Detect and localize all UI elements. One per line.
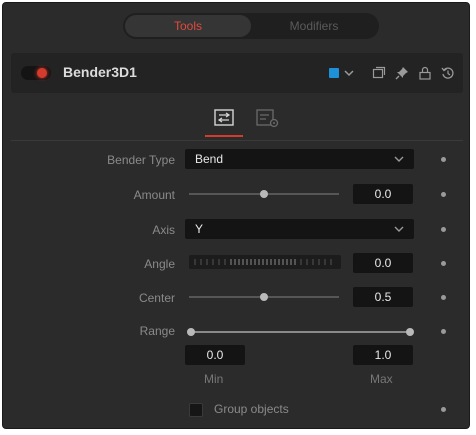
- settings-icon: [256, 109, 279, 128]
- group-objects-keyframe-dot[interactable]: [441, 407, 446, 412]
- inspector-tab-switch: Tools Modifiers: [123, 13, 379, 39]
- subtab-divider: [11, 140, 463, 141]
- node-header[interactable]: Bender3D1: [11, 53, 463, 93]
- node-color-chip[interactable]: [329, 68, 339, 78]
- center-label: Center: [138, 291, 175, 305]
- center-field[interactable]: 0.5: [353, 287, 413, 307]
- bender-type-keyframe-dot[interactable]: [441, 157, 446, 162]
- amount-field[interactable]: 0.0: [353, 184, 413, 204]
- pin-icon[interactable]: [395, 66, 409, 80]
- chevron-down-icon: [394, 226, 404, 232]
- range-min-label: Min: [204, 372, 224, 386]
- angle-keyframe-dot[interactable]: [441, 261, 446, 266]
- bender-type-value: Bend: [195, 152, 224, 166]
- inspector-panel: Tools Modifiers Bender3D1 Bender Type Be…: [2, 2, 470, 429]
- group-objects-label: Group objects: [214, 402, 289, 416]
- axis-label: Axis: [152, 223, 175, 237]
- tab-settings[interactable]: [253, 105, 283, 131]
- enabled-indicator: [37, 68, 47, 78]
- amount-slider-thumb[interactable]: [260, 190, 268, 198]
- reset-icon[interactable]: [441, 66, 455, 80]
- angle-label: Angle: [144, 257, 175, 271]
- color-dropdown-chevron-icon[interactable]: [344, 69, 354, 77]
- active-tab-underline: [205, 135, 243, 137]
- range-slider-track[interactable]: [191, 331, 411, 333]
- header-icons: [320, 64, 455, 82]
- axis-keyframe-dot[interactable]: [441, 227, 446, 232]
- center-keyframe-dot[interactable]: [441, 295, 446, 300]
- control-subtabs: [3, 99, 469, 141]
- center-slider-thumb[interactable]: [260, 293, 268, 301]
- axis-value: Y: [195, 222, 204, 236]
- versions-icon[interactable]: [372, 66, 386, 80]
- group-objects-checkbox[interactable]: [189, 403, 203, 417]
- range-min-field[interactable]: 0.0: [185, 345, 245, 365]
- node-name: Bender3D1: [63, 64, 137, 80]
- amount-keyframe-dot[interactable]: [441, 192, 446, 197]
- controls-icon: [214, 109, 234, 126]
- axis-dropdown[interactable]: Y: [185, 219, 414, 239]
- range-max-handle[interactable]: [406, 328, 414, 336]
- chevron-down-icon: [394, 156, 404, 162]
- range-max-label: Max: [370, 372, 393, 386]
- angle-thumbwheel[interactable]: [189, 255, 341, 269]
- bender-type-dropdown[interactable]: Bend: [185, 149, 414, 169]
- tab-tools[interactable]: Tools: [125, 15, 251, 37]
- thumbwheel-ticks: [194, 259, 332, 265]
- range-keyframe-dot[interactable]: [441, 329, 446, 334]
- lock-icon[interactable]: [418, 66, 432, 80]
- angle-field[interactable]: 0.0: [353, 253, 413, 273]
- range-min-handle[interactable]: [187, 328, 195, 336]
- tab-modifiers[interactable]: Modifiers: [251, 15, 377, 37]
- tab-controls[interactable]: [205, 105, 243, 137]
- range-max-field[interactable]: 1.0: [353, 345, 413, 365]
- bender-type-label: Bender Type: [107, 153, 175, 167]
- range-label: Range: [139, 324, 175, 338]
- amount-label: Amount: [133, 188, 175, 202]
- node-enable-toggle[interactable]: [21, 66, 51, 80]
